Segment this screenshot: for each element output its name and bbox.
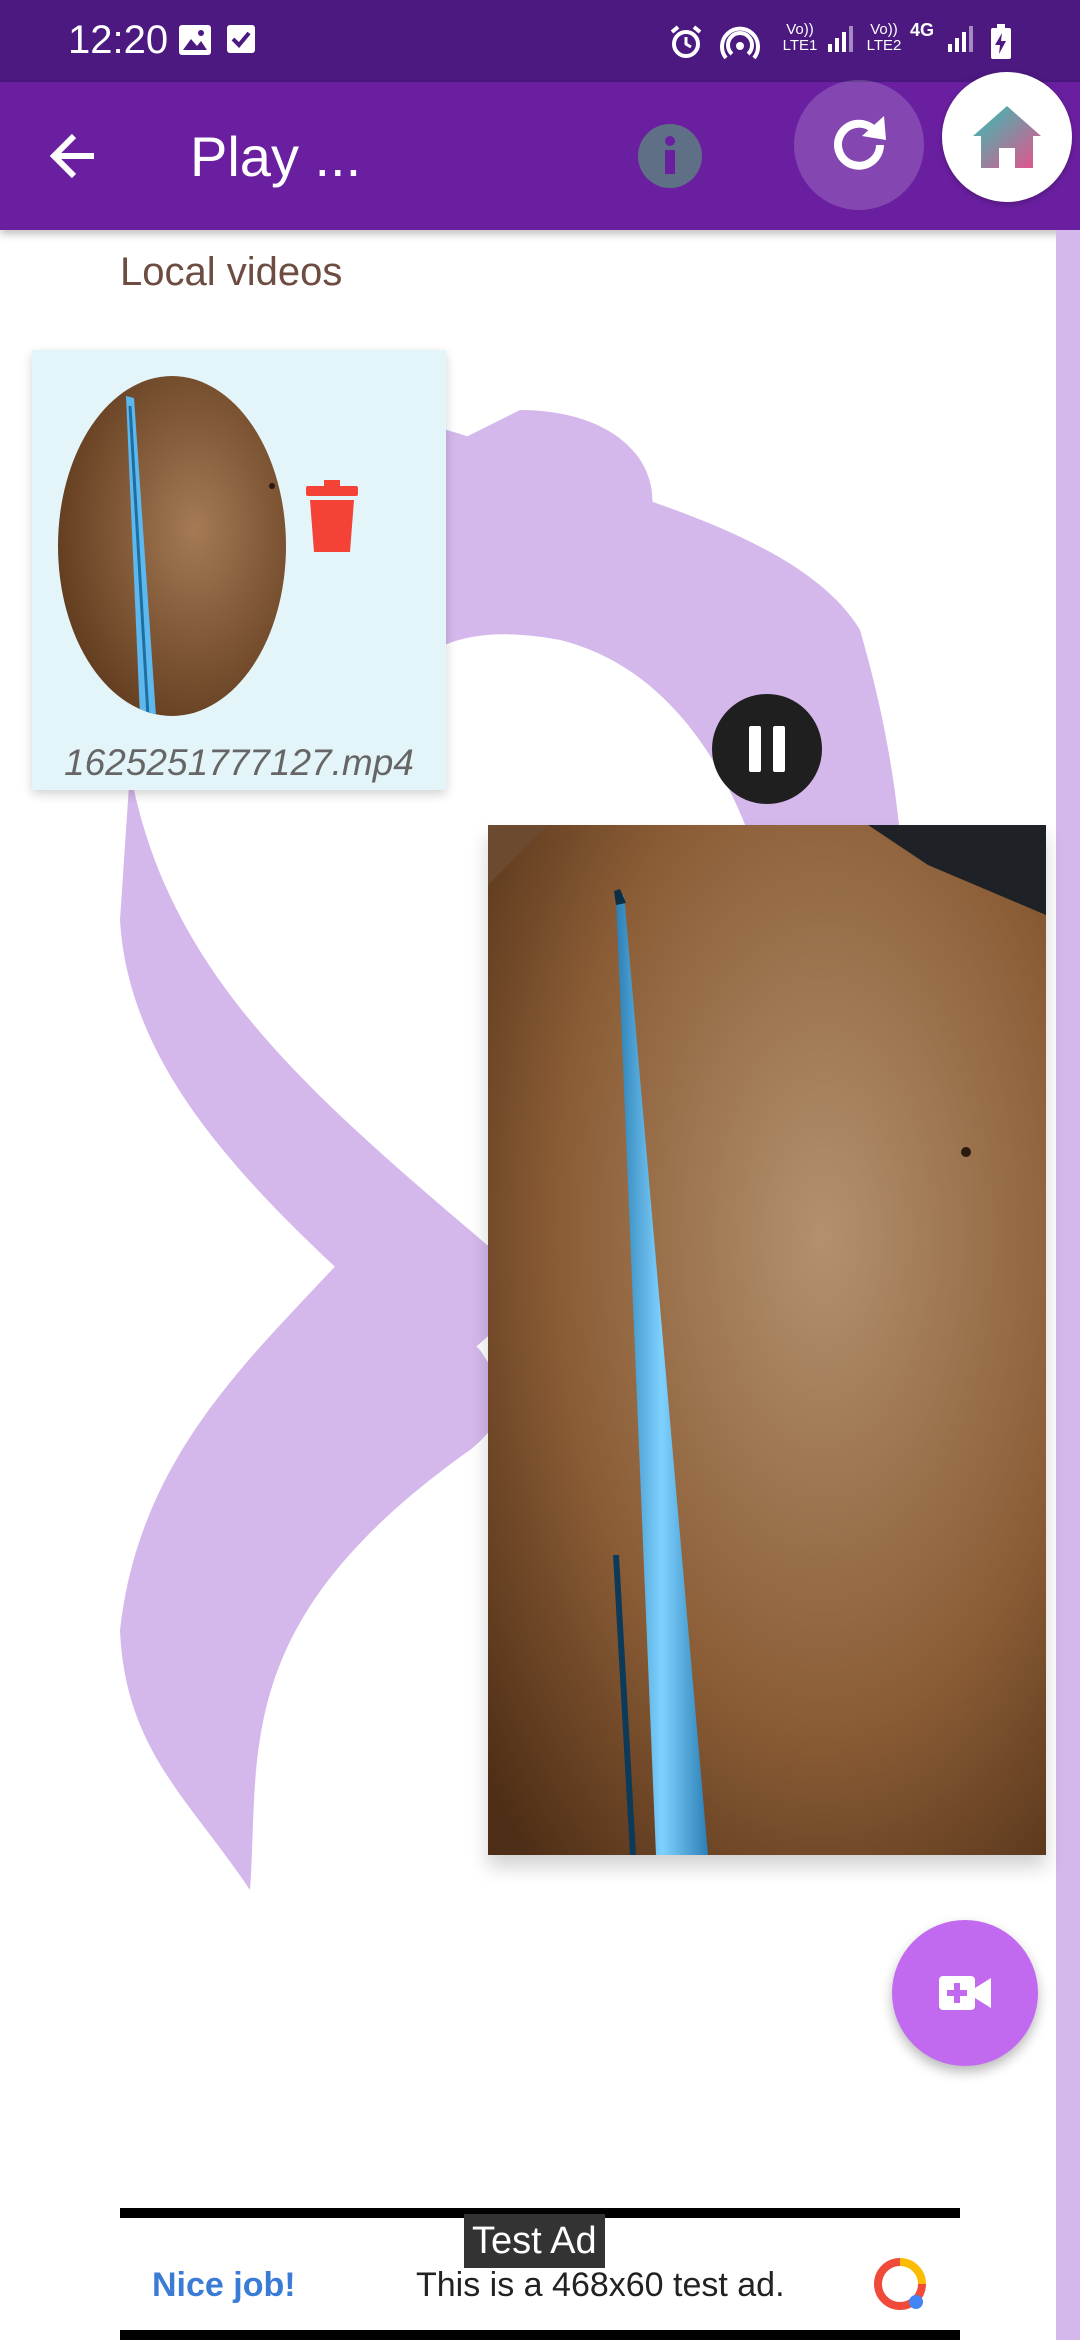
ad-headline[interactable]: Nice job! xyxy=(152,2266,296,2305)
add-video-button[interactable] xyxy=(892,1920,1038,2066)
home-button[interactable] xyxy=(942,72,1072,202)
info-icon[interactable] xyxy=(636,122,704,190)
video-add-icon[interactable] xyxy=(937,1970,993,2016)
ad-body[interactable]: This is a 468x60 test ad. xyxy=(416,2266,785,2305)
back-arrow-icon[interactable] xyxy=(46,128,102,184)
refresh-icon[interactable] xyxy=(824,110,894,180)
image-icon xyxy=(179,25,211,55)
section-title: Local videos xyxy=(120,250,343,294)
app-bar: Play ... xyxy=(0,72,1080,230)
hotspot-icon xyxy=(720,26,760,60)
signal-icon xyxy=(948,26,973,52)
volte-lte1-icon: Vo)) LTE1 xyxy=(782,21,818,54)
video-card[interactable]: 1625251777127.mp4 xyxy=(32,350,446,790)
scrollbar[interactable] xyxy=(1056,230,1080,2340)
pause-button[interactable] xyxy=(712,694,822,804)
video-thumbnail[interactable] xyxy=(58,376,286,716)
alarm-icon xyxy=(670,25,702,58)
video-filename: 1625251777127.mp4 xyxy=(64,742,414,783)
test-ad-label: Test Ad xyxy=(464,2214,605,2268)
page-title: Play ... xyxy=(190,125,362,188)
volte-lte2-icon: Vo)) LTE2 xyxy=(866,21,902,54)
home-icon[interactable] xyxy=(969,102,1045,172)
battery-charging-icon xyxy=(991,24,1011,59)
status-bar: 12:20 Vo)) LTE1 Vo)) LTE2 4G xyxy=(0,0,1080,82)
4g-icon: 4G xyxy=(910,20,935,40)
refresh-button[interactable] xyxy=(794,80,924,210)
check-square-icon xyxy=(227,25,255,53)
trash-icon[interactable] xyxy=(304,480,360,554)
status-time: 12:20 xyxy=(68,18,169,62)
pause-icon[interactable] xyxy=(747,726,787,772)
signal-icon xyxy=(828,26,853,52)
video-player[interactable] xyxy=(488,825,1046,1855)
ad-logo-icon[interactable] xyxy=(872,2256,928,2312)
